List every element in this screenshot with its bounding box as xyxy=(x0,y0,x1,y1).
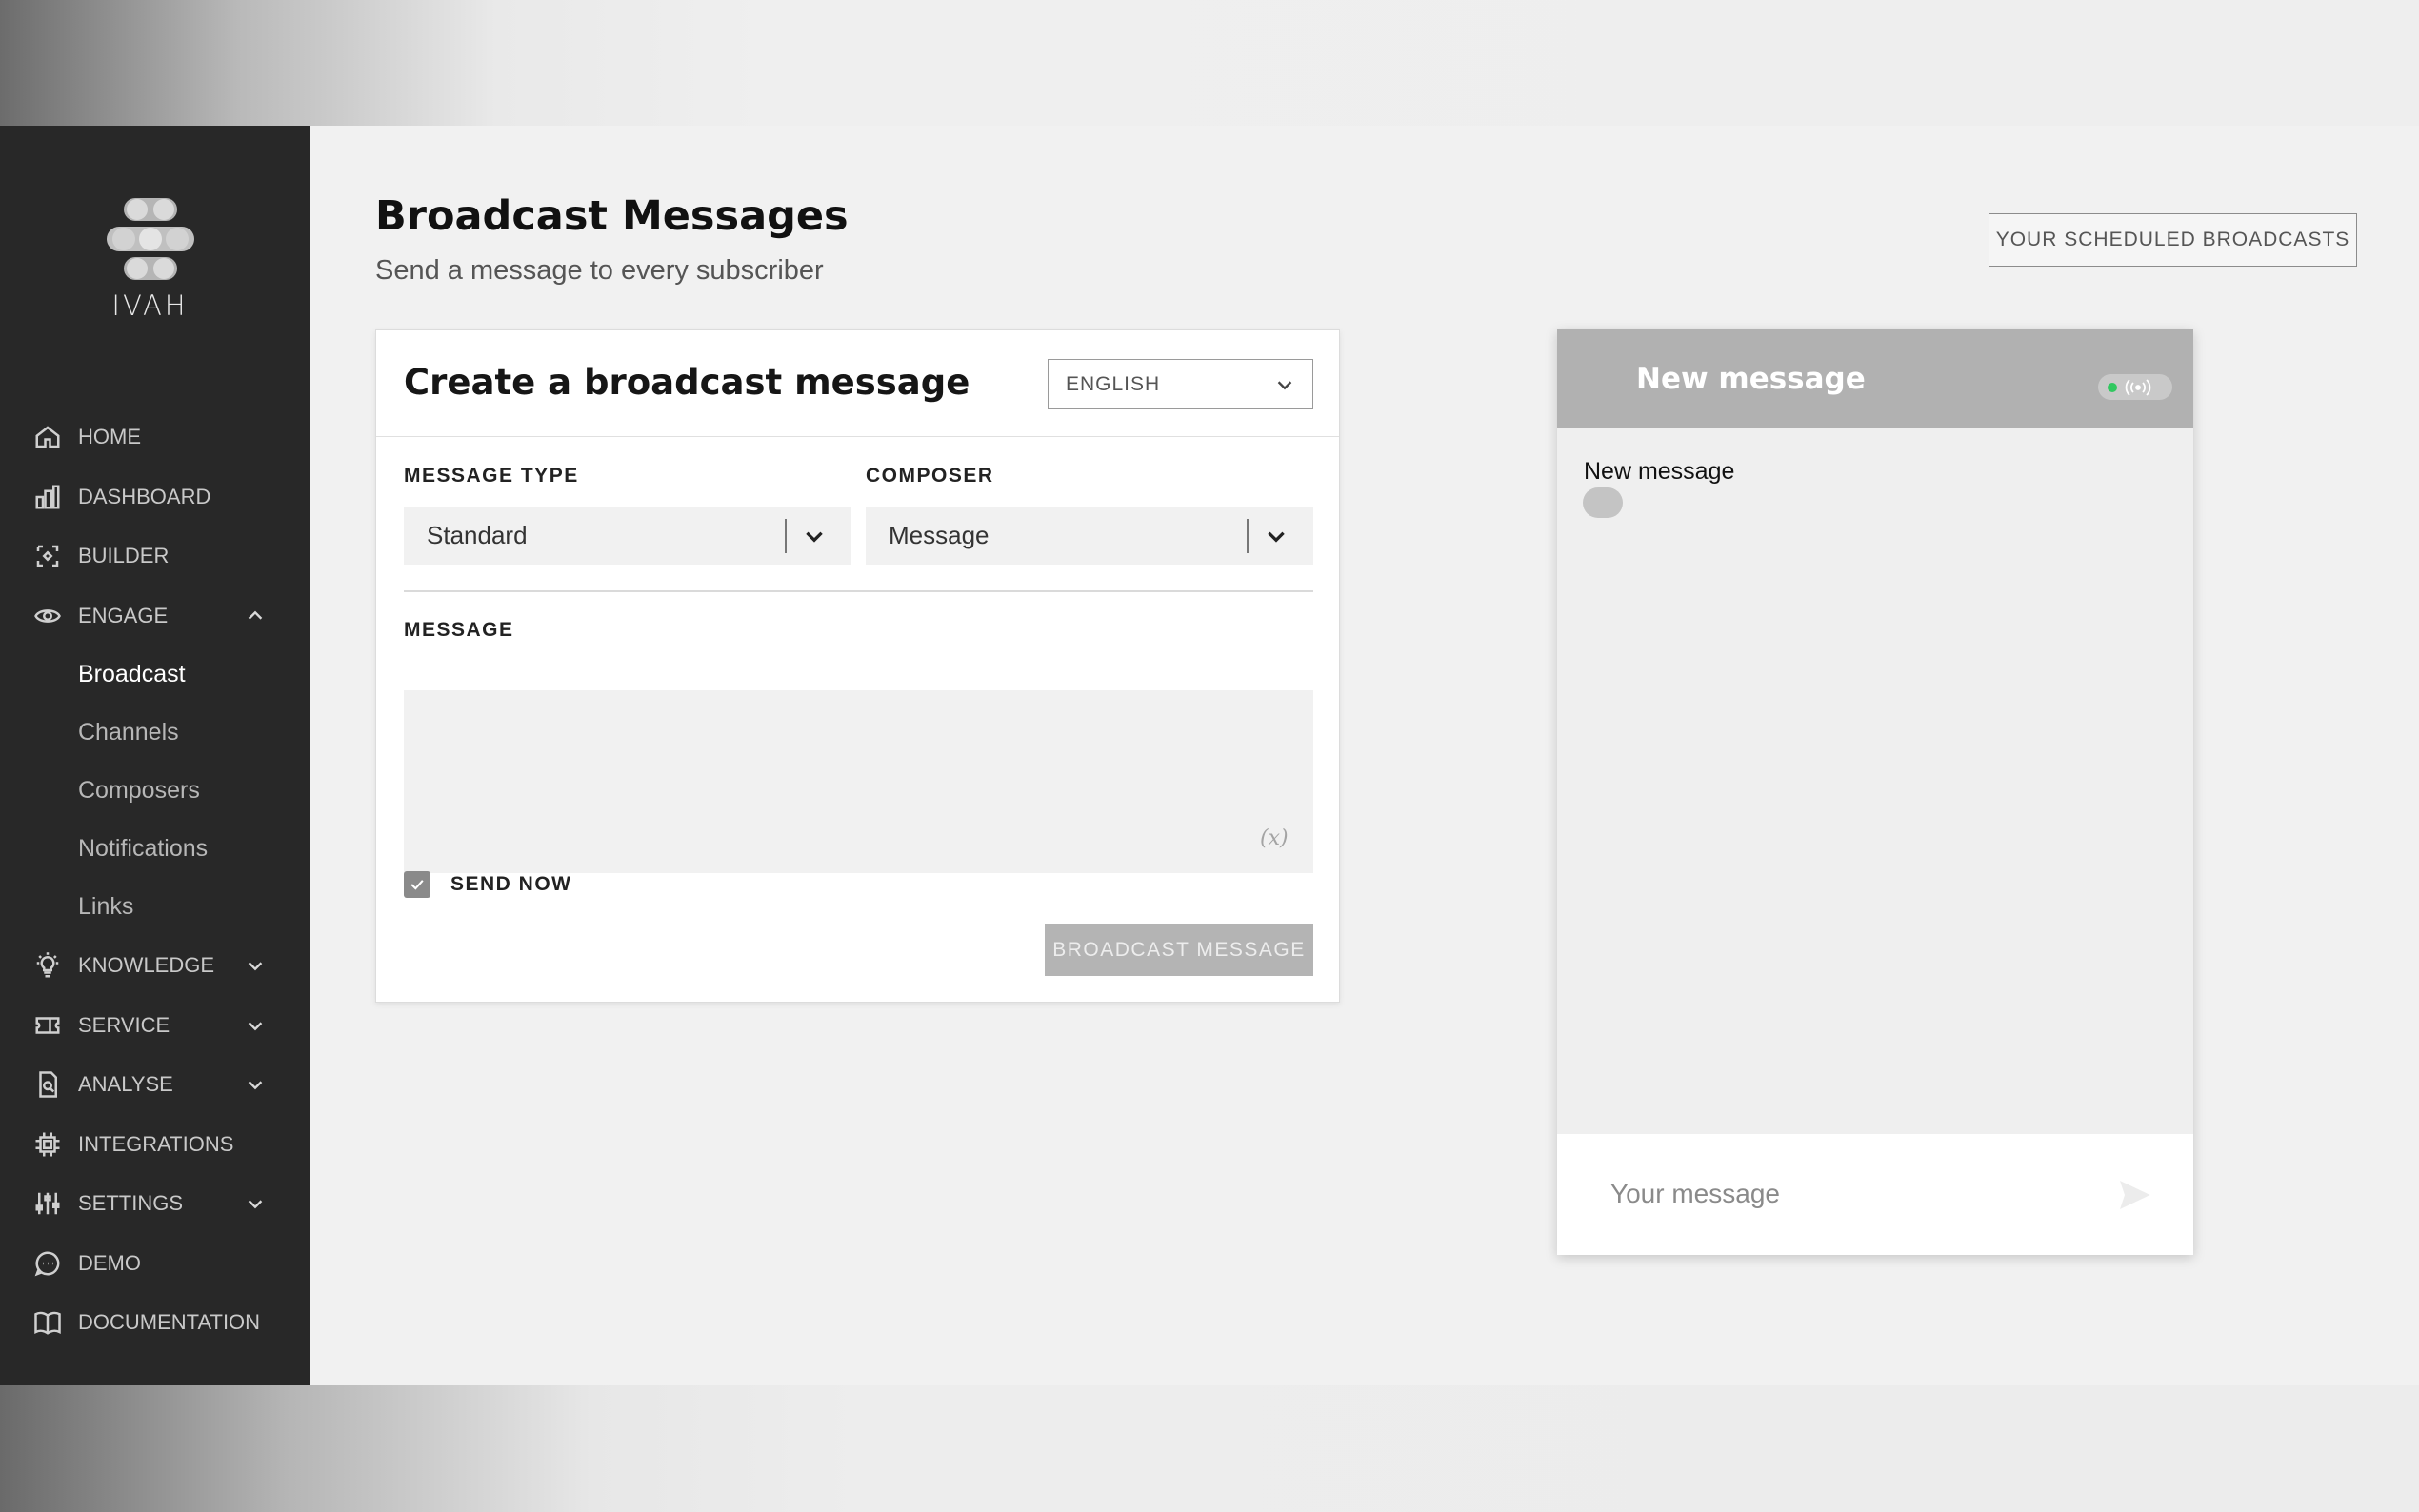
composer-label: COMPOSER xyxy=(866,465,994,487)
card-header: Create a broadcast message ENGLISH xyxy=(376,330,1339,437)
chevron-down-icon xyxy=(802,524,827,555)
book-icon xyxy=(32,1307,63,1338)
broadcast-signal-icon xyxy=(2125,378,2151,396)
sidebar-subitem-composers[interactable]: Composers xyxy=(0,762,310,820)
chat-preview-title: New message xyxy=(1636,362,1866,396)
broadcast-form-card: Create a broadcast message ENGLISH MESSA… xyxy=(375,329,1340,1003)
eye-icon xyxy=(32,601,63,631)
connection-status-badge xyxy=(2098,374,2172,400)
chevron-down-icon[interactable] xyxy=(245,1074,266,1095)
chat-input-bar xyxy=(1557,1134,2193,1255)
sidebar-item-home[interactable]: HOME xyxy=(0,408,310,468)
chevron-down-icon[interactable] xyxy=(245,1015,266,1036)
message-type-label: MESSAGE TYPE xyxy=(404,465,579,487)
message-textarea[interactable] xyxy=(404,690,1313,873)
scheduled-broadcasts-button[interactable]: YOUR SCHEDULED BROADCASTS xyxy=(1989,213,2357,267)
section-divider xyxy=(404,590,1313,592)
chevron-down-icon xyxy=(1264,524,1289,555)
sidebar-item-label: DOCUMENTATION xyxy=(78,1310,261,1335)
sidebar-item-engage[interactable]: ENGAGE xyxy=(0,587,310,647)
sidebar-item-demo[interactable]: DEMO xyxy=(0,1234,310,1294)
chat-preview: New message New message xyxy=(1557,329,2193,1255)
sidebar-item-label: BUILDER xyxy=(78,544,170,568)
brand-logo[interactable]: IVAH xyxy=(100,198,200,322)
app-window: IVAH HOME DASHBOARD BUILDER ENGAGE Broad… xyxy=(0,126,2419,1385)
chat-preview-header: New message xyxy=(1557,329,2193,428)
sidebar-item-knowledge[interactable]: KNOWLEDGE xyxy=(0,936,310,996)
sidebar-item-label: SETTINGS xyxy=(78,1191,184,1216)
variable-insert-icon[interactable]: (x) xyxy=(1260,826,1289,850)
lightbulb-icon xyxy=(32,950,63,981)
language-select[interactable]: ENGLISH xyxy=(1048,359,1313,409)
sidebar-item-label: DEMO xyxy=(78,1250,141,1275)
sidebar-item-label: ENGAGE xyxy=(78,603,169,627)
brand-name: IVAH xyxy=(111,289,189,322)
chat-message-input[interactable] xyxy=(1610,1170,2087,1218)
sidebar-item-settings[interactable]: SETTINGS xyxy=(0,1174,310,1234)
message-label: MESSAGE xyxy=(404,619,514,641)
bar-chart-icon xyxy=(32,482,63,512)
send-now-label: SEND NOW xyxy=(450,873,572,895)
sidebar: IVAH HOME DASHBOARD BUILDER ENGAGE Broad… xyxy=(0,126,310,1385)
composer-select[interactable]: Message xyxy=(866,507,1313,565)
sidebar-item-analyse[interactable]: ANALYSE xyxy=(0,1055,310,1115)
chevron-down-icon[interactable] xyxy=(245,1193,266,1214)
sidebar-nav: HOME DASHBOARD BUILDER ENGAGE Broadcast … xyxy=(0,408,310,1353)
chevron-down-icon xyxy=(1274,374,1295,401)
send-icon[interactable] xyxy=(2115,1176,2153,1214)
sidebar-item-label: ANALYSE xyxy=(78,1072,173,1097)
sidebar-subitem-notifications[interactable]: Notifications xyxy=(0,820,310,878)
sidebar-item-service[interactable]: SERVICE xyxy=(0,996,310,1056)
sidebar-item-integrations[interactable]: INTEGRATIONS xyxy=(0,1115,310,1175)
page-title: Broadcast Messages xyxy=(375,192,849,240)
chevron-up-icon[interactable] xyxy=(245,606,266,627)
broadcast-message-button[interactable]: BROADCAST MESSAGE xyxy=(1045,924,1313,976)
checkmark-icon xyxy=(410,880,424,890)
sidebar-item-label: INTEGRATIONS xyxy=(78,1131,234,1156)
chat-bubble-icon xyxy=(32,1248,63,1279)
message-type-select[interactable]: Standard xyxy=(404,507,851,565)
typing-indicator xyxy=(1583,487,1623,518)
select-divider xyxy=(785,519,787,553)
ticket-icon xyxy=(32,1010,63,1041)
main-content: Broadcast Messages Send a message to eve… xyxy=(310,126,2419,1385)
sidebar-subitem-links[interactable]: Links xyxy=(0,878,310,936)
bottom-backdrop xyxy=(0,1385,2419,1512)
select-divider xyxy=(1247,519,1249,553)
top-backdrop xyxy=(0,0,2419,126)
document-search-icon xyxy=(32,1069,63,1100)
page-subtitle: Send a message to every subscriber xyxy=(375,255,824,286)
sidebar-subitem-channels[interactable]: Channels xyxy=(0,704,310,762)
sidebar-item-dashboard[interactable]: DASHBOARD xyxy=(0,468,310,527)
language-value: ENGLISH xyxy=(1066,372,1161,395)
online-status-dot xyxy=(2108,382,2117,392)
sidebar-item-builder[interactable]: BUILDER xyxy=(0,527,310,587)
chip-icon xyxy=(32,1129,63,1160)
send-now-checkbox[interactable] xyxy=(404,871,430,898)
sidebar-item-documentation[interactable]: DOCUMENTATION xyxy=(0,1293,310,1353)
logo-icon xyxy=(106,198,194,280)
card-title: Create a broadcast message xyxy=(404,362,970,403)
sidebar-item-label: SERVICE xyxy=(78,1012,170,1037)
sidebar-item-label: KNOWLEDGE xyxy=(78,953,215,978)
chat-message: New message xyxy=(1584,458,1735,485)
sliders-icon xyxy=(32,1188,63,1219)
sidebar-item-label: HOME xyxy=(78,425,141,449)
chevron-down-icon[interactable] xyxy=(245,955,266,976)
home-icon xyxy=(32,422,63,452)
sidebar-subitem-broadcast[interactable]: Broadcast xyxy=(0,646,310,704)
composer-value: Message xyxy=(889,521,990,549)
sidebar-item-label: DASHBOARD xyxy=(78,484,211,508)
builder-icon xyxy=(32,541,63,571)
message-type-value: Standard xyxy=(427,521,528,549)
